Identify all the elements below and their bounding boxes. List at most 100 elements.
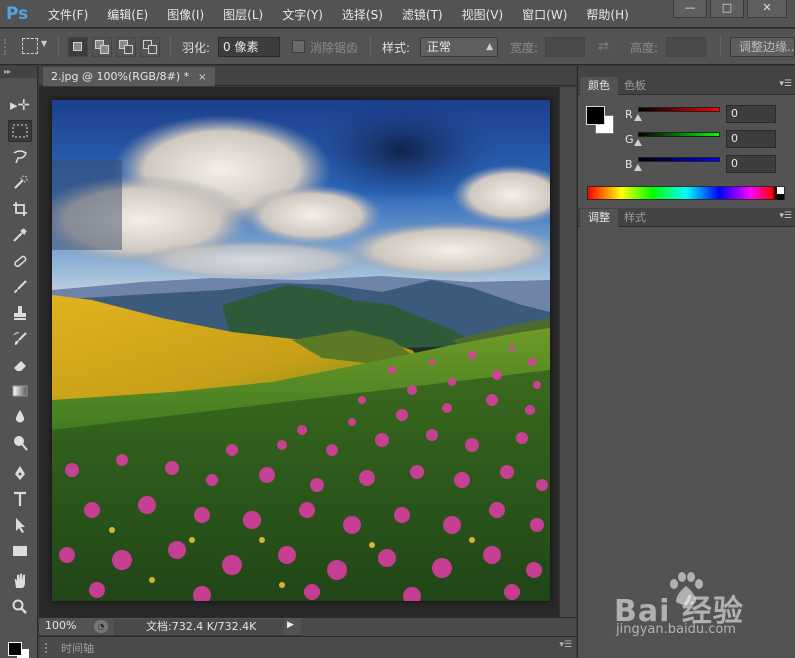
menu-type[interactable]: 文字(Y)	[278, 0, 327, 28]
document-area: 2.jpg @ 100%(RGB/8#) * × 100% ◔ 文档:732.4…	[39, 66, 576, 658]
separator	[370, 37, 371, 57]
document-tab-title: 2.jpg @ 100%(RGB/8#) *	[51, 70, 190, 83]
channel-g-thumb[interactable]	[634, 139, 642, 146]
document-tab-bar: 2.jpg @ 100%(RGB/8#) * ×	[39, 66, 576, 86]
status-menu-arrow-icon[interactable]: ▶	[287, 620, 294, 630]
height-input[interactable]	[666, 37, 706, 57]
lasso-tool-icon[interactable]	[8, 146, 32, 168]
tab-swatches[interactable]: 色板	[616, 77, 654, 95]
antialias-checkbox[interactable]	[292, 40, 305, 53]
menu-layer[interactable]: 图层(L)	[219, 0, 267, 28]
rectangular-marquee-icon[interactable]	[8, 120, 32, 142]
dodge-tool-icon[interactable]	[8, 432, 32, 454]
menu-bar: Ps 文件(F) 编辑(E) 图像(I) 图层(L) 文字(Y) 选择(S) 滤…	[0, 0, 795, 28]
gradient-tool-icon[interactable]	[8, 380, 32, 402]
menu-view[interactable]: 视图(V)	[458, 0, 508, 28]
menu-file[interactable]: 文件(F)	[44, 0, 92, 28]
height-label: 高度:	[630, 41, 659, 55]
quick-selection-icon[interactable]	[8, 172, 32, 194]
intersect-selection-button[interactable]	[140, 37, 160, 57]
foreground-color-swatch[interactable]	[8, 642, 22, 656]
minimize-button[interactable]: —	[673, 0, 707, 18]
maximize-button[interactable]: □	[710, 0, 744, 18]
timeline-grip-icon[interactable]	[45, 643, 55, 653]
zoom-level[interactable]: 100%	[45, 619, 76, 632]
color-spectrum-bar[interactable]	[587, 186, 785, 200]
style-select[interactable]: 正常 ▲	[420, 37, 498, 57]
options-bar: ▼ 羽化: 0 像素 消除锯齿 样式: 正常 ▲ 宽度: ⇄ 高度: 调整边缘..…	[0, 29, 795, 65]
channel-b-thumb[interactable]	[634, 164, 642, 171]
landscape-image[interactable]	[52, 100, 550, 601]
tab-close-icon[interactable]: ×	[198, 72, 206, 83]
toolbox-collapse-icon[interactable]: ▸▸	[0, 66, 37, 78]
feather-label: 羽化:	[182, 41, 211, 55]
channel-g-input[interactable]: 0	[726, 130, 776, 148]
move-tool-icon[interactable]: ▸✛	[8, 94, 32, 116]
brush-tool-icon[interactable]	[8, 276, 32, 298]
color-swatches[interactable]	[6, 638, 34, 658]
eyedropper-tool-icon[interactable]	[8, 224, 32, 246]
hand-tool-icon[interactable]	[8, 570, 32, 592]
refine-edge-button[interactable]: 调整边缘...	[730, 37, 795, 57]
channel-g-slider[interactable]	[638, 132, 720, 137]
toolbox: ▸▸ ▸✛	[0, 66, 38, 658]
tab-adjustments[interactable]: 调整	[580, 209, 618, 227]
rectangle-tool-icon[interactable]	[8, 540, 32, 562]
feather-input[interactable]: 0 像素	[218, 37, 280, 57]
channel-r-label: R	[625, 108, 633, 121]
menu-select[interactable]: 选择(S)	[338, 0, 387, 28]
pen-tool-icon[interactable]	[8, 462, 32, 484]
style-value: 正常	[427, 40, 452, 54]
add-selection-button[interactable]	[92, 37, 112, 57]
eraser-tool-icon[interactable]	[8, 354, 32, 376]
document-size-info: 文档:732.4 K/732.4K	[114, 619, 284, 635]
channel-b-input[interactable]: 0	[726, 155, 776, 173]
channel-b-slider[interactable]	[638, 157, 720, 162]
vertical-scrollbar[interactable]	[559, 87, 576, 617]
marquee-preset-icon[interactable]	[22, 38, 38, 54]
timeline-menu-icon[interactable]: ▾☰	[559, 640, 572, 650]
timeline-panel: 时间轴 ▾☰	[39, 636, 576, 658]
status-info-icon[interactable]: ◔	[94, 620, 108, 633]
blur-tool-icon[interactable]	[8, 406, 32, 428]
tab-styles[interactable]: 样式	[616, 209, 654, 227]
panel-dock-header[interactable]	[578, 66, 795, 76]
preset-dropdown-icon[interactable]: ▼	[41, 39, 47, 48]
healing-brush-icon[interactable]	[8, 250, 32, 272]
landscape-photo	[52, 100, 550, 601]
menu-image[interactable]: 图像(I)	[163, 0, 208, 28]
width-input[interactable]	[545, 37, 585, 57]
type-tool-icon[interactable]	[8, 488, 32, 510]
document-tab[interactable]: 2.jpg @ 100%(RGB/8#) * ×	[43, 67, 215, 86]
canvas-background[interactable]	[39, 87, 559, 617]
clone-stamp-icon[interactable]	[8, 302, 32, 324]
tab-color[interactable]: 颜色	[580, 77, 618, 95]
zoom-tool-icon[interactable]	[8, 596, 32, 618]
menu-help[interactable]: 帮助(H)	[582, 0, 632, 28]
channel-r-slider[interactable]	[638, 107, 720, 112]
path-selection-icon[interactable]	[8, 514, 32, 536]
color-panel-menu-icon[interactable]: ▾☰	[779, 79, 792, 89]
width-label: 宽度:	[510, 41, 539, 55]
menu-window[interactable]: 窗口(W)	[518, 0, 571, 28]
antialias-label: 消除锯齿	[310, 41, 359, 55]
channel-r-thumb[interactable]	[634, 114, 642, 121]
close-window-button[interactable]: ✕	[747, 0, 787, 18]
horizontal-scrollbar[interactable]	[301, 618, 576, 636]
photoshop-logo: Ps	[6, 4, 29, 24]
swap-dimensions-icon[interactable]: ⇄	[598, 39, 609, 54]
timeline-tab[interactable]: 时间轴	[61, 640, 94, 656]
new-selection-button[interactable]	[68, 37, 88, 57]
panel-foreground-color[interactable]	[586, 106, 605, 125]
separator	[720, 37, 721, 57]
menu-filter[interactable]: 滤镜(T)	[398, 0, 447, 28]
spectrum-black-swatch[interactable]	[777, 194, 784, 200]
menu-items: 文件(F) 编辑(E) 图像(I) 图层(L) 文字(Y) 选择(S) 滤镜(T…	[44, 0, 644, 28]
options-grip[interactable]	[4, 39, 10, 55]
adjustments-panel-menu-icon[interactable]: ▾☰	[779, 211, 792, 221]
subtract-selection-button[interactable]	[116, 37, 136, 57]
channel-r-input[interactable]: 0	[726, 105, 776, 123]
menu-edit[interactable]: 编辑(E)	[103, 0, 152, 28]
history-brush-icon[interactable]	[8, 328, 32, 350]
crop-tool-icon[interactable]	[8, 198, 32, 220]
